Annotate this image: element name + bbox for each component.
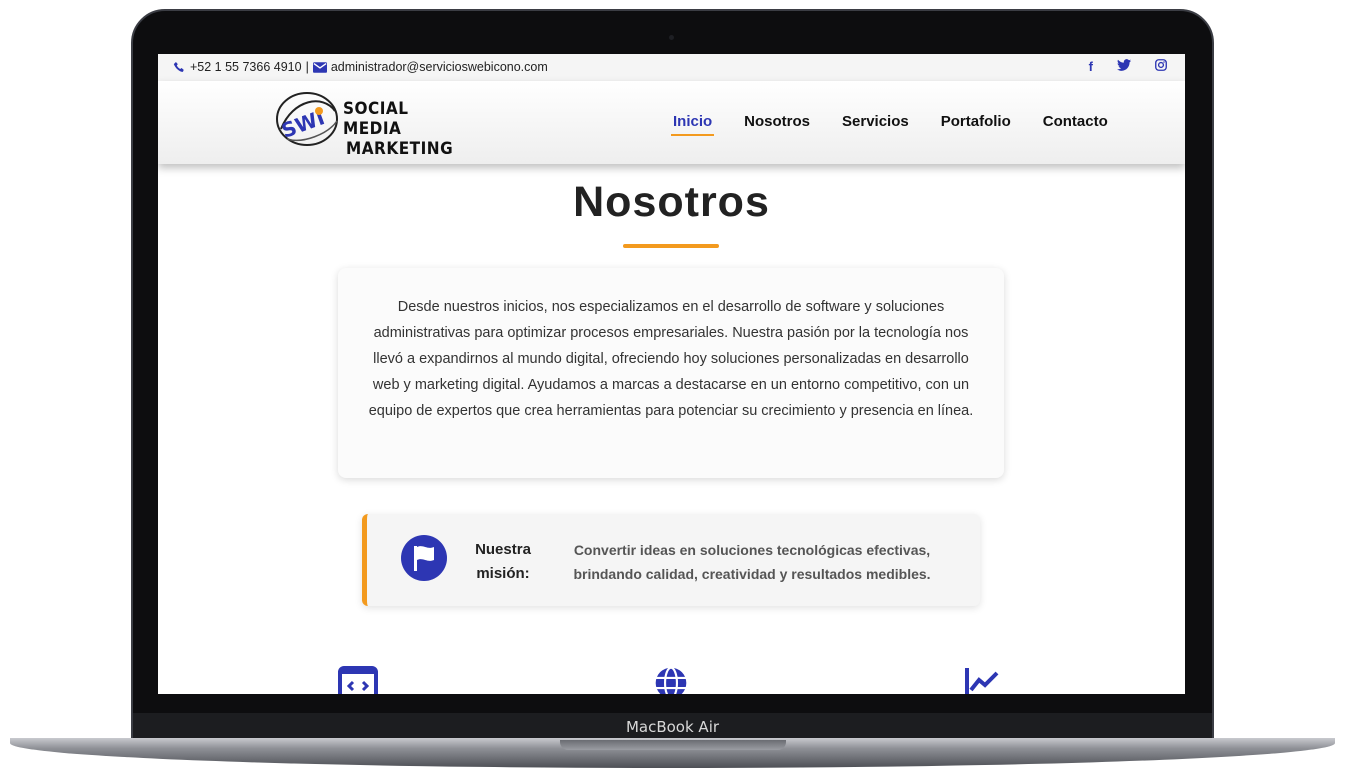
instagram-icon[interactable] <box>1155 59 1167 71</box>
phone-number[interactable]: +52 1 55 7366 4910 <box>190 60 302 74</box>
logo-emblem-icon: SWI <box>276 92 338 146</box>
device-label: MacBook Air <box>625 718 720 736</box>
flag-icon <box>401 535 447 581</box>
phone-icon <box>173 61 184 72</box>
twitter-icon[interactable] <box>1117 59 1131 71</box>
camera <box>669 35 674 40</box>
section-title: Nosotros <box>573 178 770 226</box>
brand-line-1: SOCIAL MEDIA <box>343 99 409 139</box>
about-text: Desde nuestros inicios, nos especializam… <box>368 299 974 419</box>
nav-item-contacto[interactable]: Contacto <box>1043 113 1108 130</box>
chart-line-icon <box>965 668 999 694</box>
main-nav: Inicio Nosotros Servicios Portafolio Con… <box>670 113 1108 136</box>
nav-item-portafolio[interactable]: Portafolio <box>941 113 1011 130</box>
social-links: f <box>1089 59 1167 74</box>
contact-bar: +52 1 55 7366 4910 | administrador@servi… <box>158 54 1185 81</box>
brand-name: SOCIAL MEDIA MARKETING <box>343 99 453 159</box>
brand-logo[interactable]: SWI SOCIAL MEDIA MARKETING <box>273 89 453 159</box>
title-underline <box>623 244 719 248</box>
email-link[interactable]: administrador@servicioswebicono.com <box>331 60 548 74</box>
facebook-icon[interactable]: f <box>1089 59 1093 74</box>
browser-viewport: +52 1 55 7366 4910 | administrador@servi… <box>158 54 1185 694</box>
about-card: Desde nuestros inicios, nos especializam… <box>338 268 1004 478</box>
brand-line-2: MARKETING <box>346 139 454 159</box>
laptop-notch <box>560 740 786 750</box>
nav-item-nosotros[interactable]: Nosotros <box>744 113 810 130</box>
separator: | <box>305 60 309 74</box>
mission-card: Nuestra misión: Convertir ideas en soluc… <box>362 514 980 606</box>
contact-info: +52 1 55 7366 4910 | administrador@servi… <box>173 60 548 74</box>
nav-item-inicio[interactable]: Inicio <box>670 113 715 136</box>
envelope-icon <box>312 61 327 73</box>
globe-icon <box>655 666 687 694</box>
site-header: SWI SOCIAL MEDIA MARKETING Inicio Nosotr… <box>158 81 1185 164</box>
code-window-icon <box>338 666 378 694</box>
mission-title: Nuestra misión: <box>475 541 531 582</box>
mission-text: Convertir ideas en soluciones tecnológic… <box>573 542 931 582</box>
nav-item-servicios[interactable]: Servicios <box>842 113 909 130</box>
